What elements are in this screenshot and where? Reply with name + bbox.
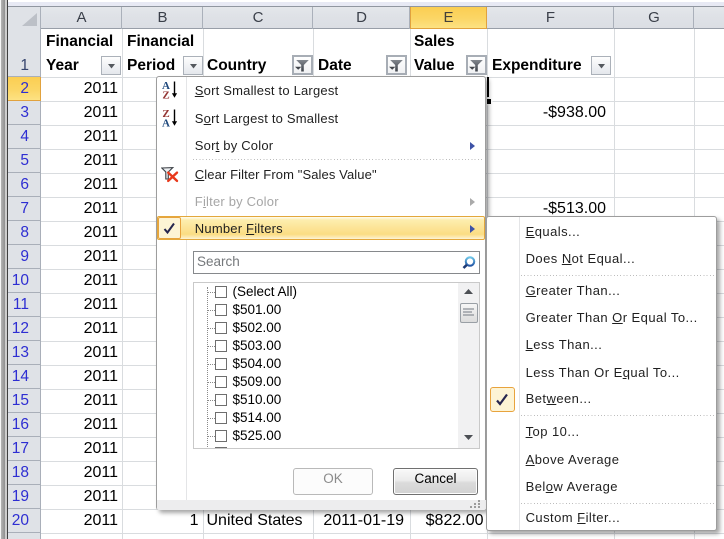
svg-text:Z: Z xyxy=(162,90,169,101)
svg-text:A: A xyxy=(162,117,170,128)
